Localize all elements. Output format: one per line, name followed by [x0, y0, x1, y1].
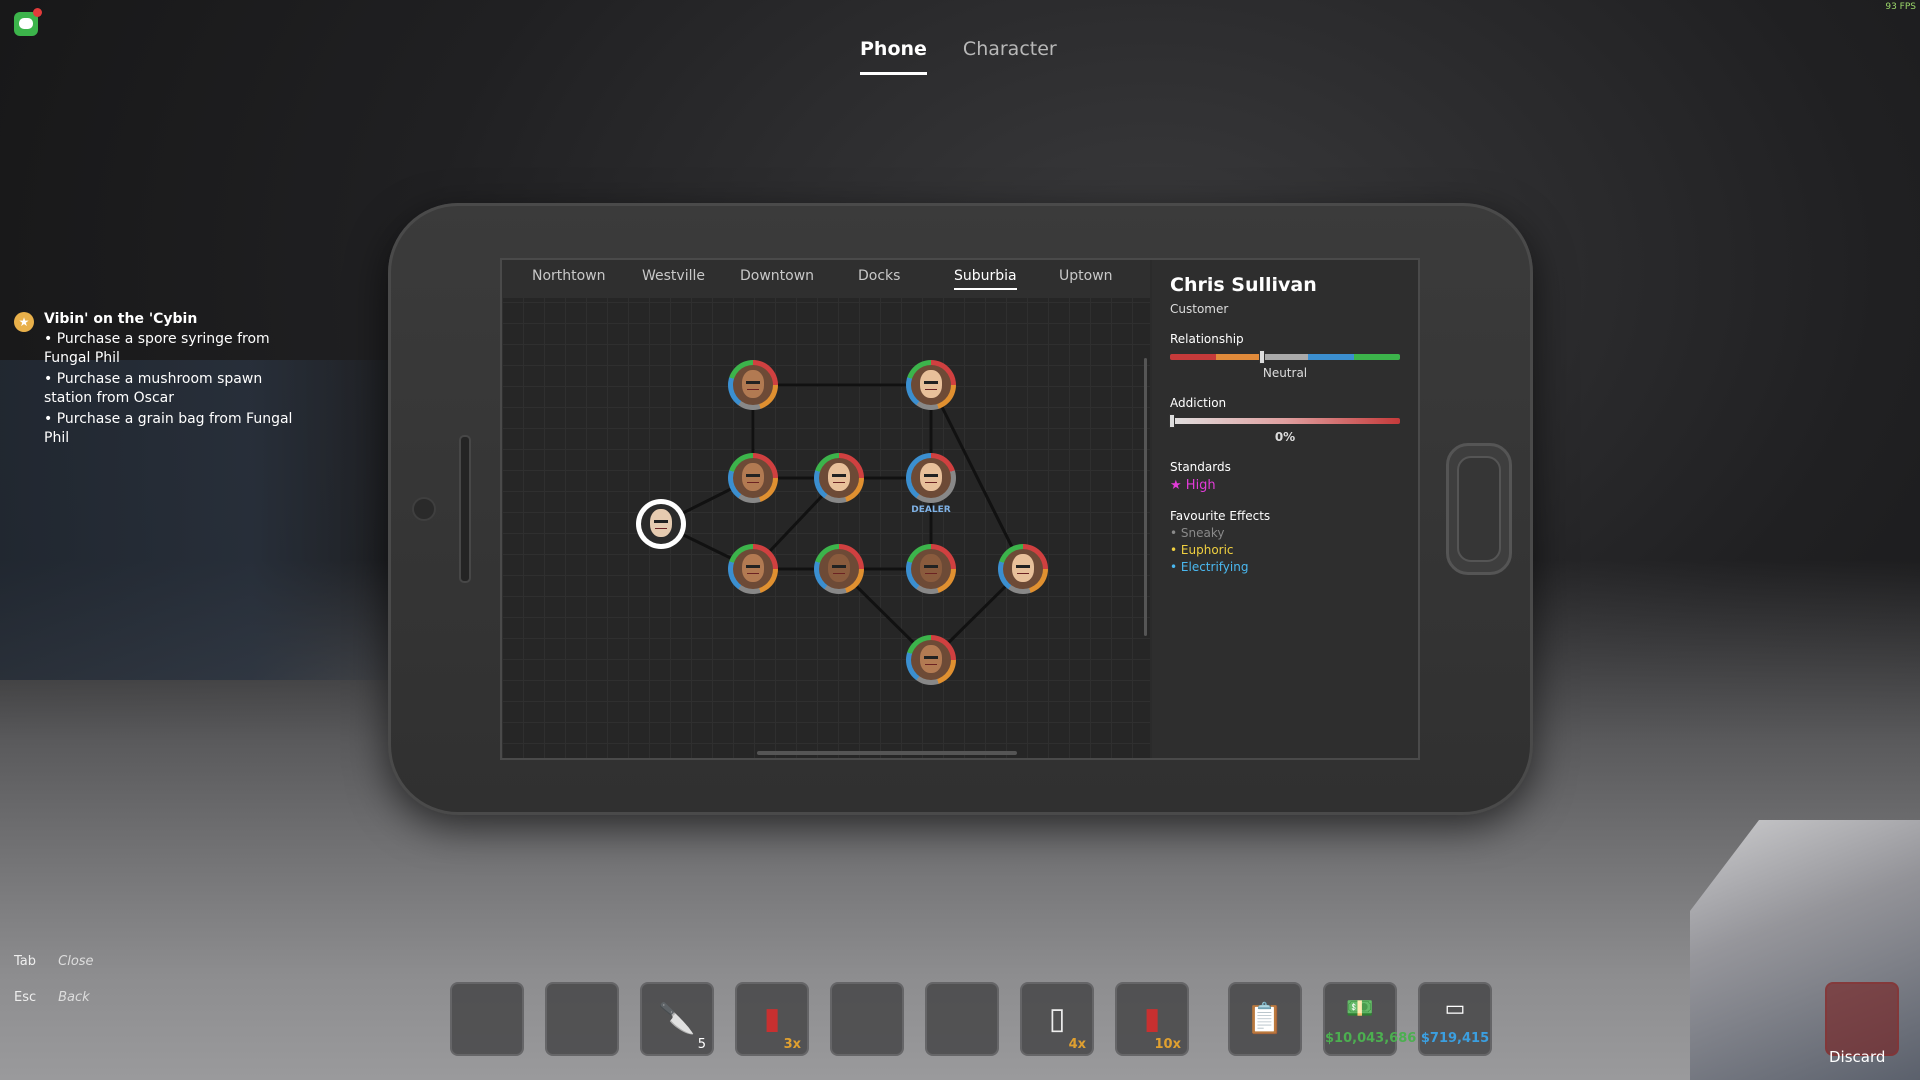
contacts-app-screen: DEALER Northtown Westville Downtown Dock…	[500, 258, 1420, 760]
phone-speaker-slot	[459, 435, 471, 583]
hotbar-slot-1[interactable]	[450, 982, 524, 1056]
discard-slot[interactable]	[1825, 982, 1899, 1056]
hotbar-slot-3[interactable]: 🔪 5	[640, 982, 714, 1056]
region-tab-westville[interactable]: Westville	[642, 268, 705, 288]
shotgun-shell-icon: ▮	[763, 1001, 781, 1037]
bank-card-icon: ▭	[1444, 996, 1466, 1022]
chat-bubble-icon	[19, 18, 33, 29]
quest-objective: • Purchase a mushroom spawn station from…	[44, 371, 263, 406]
contact-node[interactable]	[906, 360, 956, 410]
contact-node[interactable]	[998, 544, 1048, 594]
cash-balance: $10,043,686	[1325, 1031, 1417, 1046]
effect-item: • Sneaky	[1170, 526, 1225, 540]
quest-objective: • Purchase a grain bag from Fungal Phil	[44, 411, 293, 446]
contact-links	[660, 383, 1025, 662]
contact-node[interactable]	[906, 544, 956, 594]
tab-key: Tab	[14, 954, 37, 969]
region-tab-docks[interactable]: Docks	[858, 268, 900, 288]
effect-item: • Electrifying	[1170, 560, 1249, 574]
relationship-marker	[1259, 350, 1265, 364]
clipboard-slot[interactable]: 📋	[1228, 982, 1302, 1056]
horizontal-scrollbar[interactable]	[757, 751, 1017, 755]
selected-contact-node[interactable]	[636, 499, 686, 549]
discard-label: Discard	[1829, 1048, 1886, 1066]
addiction-marker	[1169, 414, 1175, 428]
addiction-value: 0%	[1274, 430, 1296, 444]
spray-can-icon: ▯	[1048, 1001, 1066, 1037]
contact-info-panel: Chris Sullivan Customer Relationship Neu…	[1152, 260, 1418, 758]
tab-phone[interactable]: Phone	[860, 38, 927, 75]
close-hint: Tab Close	[14, 954, 94, 969]
notification-dot	[33, 8, 42, 17]
favourite-effects-label: Favourite Effects	[1170, 509, 1271, 523]
contact-node[interactable]	[728, 453, 778, 503]
addiction-label: Addiction	[1170, 396, 1227, 410]
esc-key: Esc	[14, 990, 37, 1005]
quest-tracker: ★ Vibin' on the 'Cybin • Purchase a spor…	[14, 310, 294, 448]
vertical-scrollbar[interactable]	[1144, 358, 1147, 636]
knife-icon: 🔪	[658, 1001, 696, 1037]
contact-name: Chris Sullivan	[1170, 274, 1317, 296]
hotbar-slot-2[interactable]	[545, 982, 619, 1056]
quest-title: Vibin' on the 'Cybin	[44, 311, 198, 327]
back-hint: Esc Back	[14, 990, 90, 1005]
hotbar-slot-7[interactable]: ▯ 4x	[1020, 982, 1094, 1056]
contact-role: Customer	[1170, 302, 1229, 316]
card-balance: $719,415	[1420, 1031, 1490, 1046]
quest-objective: • Purchase a spore syringe from Fungal P…	[44, 331, 270, 366]
addiction-bar	[1169, 414, 1400, 428]
hotbar-slot-6[interactable]	[925, 982, 999, 1056]
standards-label: Standards	[1170, 460, 1231, 474]
phone-camera	[412, 497, 436, 521]
relationship-value: Neutral	[1262, 366, 1308, 380]
region-tab-bar: Northtown Westville Downtown Docks Subur…	[502, 260, 1150, 298]
dealer-node[interactable]: DEALER	[906, 453, 956, 515]
relationship-bar	[1170, 350, 1400, 364]
card-slot[interactable]: ▭ $719,415	[1418, 982, 1492, 1056]
tab-character[interactable]: Character	[963, 38, 1057, 75]
fps-counter: 93 FPS	[1885, 2, 1916, 12]
contact-node[interactable]	[728, 544, 778, 594]
hotbar-slot-4[interactable]: ▮ 3x	[735, 982, 809, 1056]
region-tab-downtown[interactable]: Downtown	[740, 268, 814, 288]
cash-icon: 💵	[1346, 996, 1374, 1022]
shotgun-shell-icon: ▮	[1143, 1001, 1161, 1037]
star-icon: ★	[1170, 478, 1182, 493]
messages-app-icon[interactable]	[14, 8, 42, 36]
contact-node[interactable]	[814, 544, 864, 594]
hotbar-slot-5[interactable]	[830, 982, 904, 1056]
region-tab-northtown[interactable]: Northtown	[532, 268, 606, 288]
dealer-label: DEALER	[911, 505, 951, 515]
contact-node[interactable]	[728, 360, 778, 410]
region-tab-suburbia[interactable]: Suburbia	[954, 268, 1017, 290]
top-tab-bar: Phone Character	[860, 38, 1057, 75]
clipboard-icon: 📋	[1246, 1001, 1284, 1037]
cash-slot[interactable]: 💵 $10,043,686	[1323, 982, 1417, 1056]
contacts-map[interactable]: DEALER Northtown Westville Downtown Dock…	[502, 260, 1150, 758]
standards-value: ★ High	[1170, 478, 1216, 493]
contact-node[interactable]	[814, 453, 864, 503]
relationship-label: Relationship	[1170, 332, 1244, 346]
contact-node[interactable]	[906, 635, 956, 685]
effect-item: • Euphoric	[1170, 543, 1234, 557]
quest-star-icon: ★	[14, 312, 34, 332]
phone-home-button[interactable]	[1446, 443, 1512, 575]
hotbar-slot-8[interactable]: ▮ 10x	[1115, 982, 1189, 1056]
region-tab-uptown[interactable]: Uptown	[1059, 268, 1113, 288]
